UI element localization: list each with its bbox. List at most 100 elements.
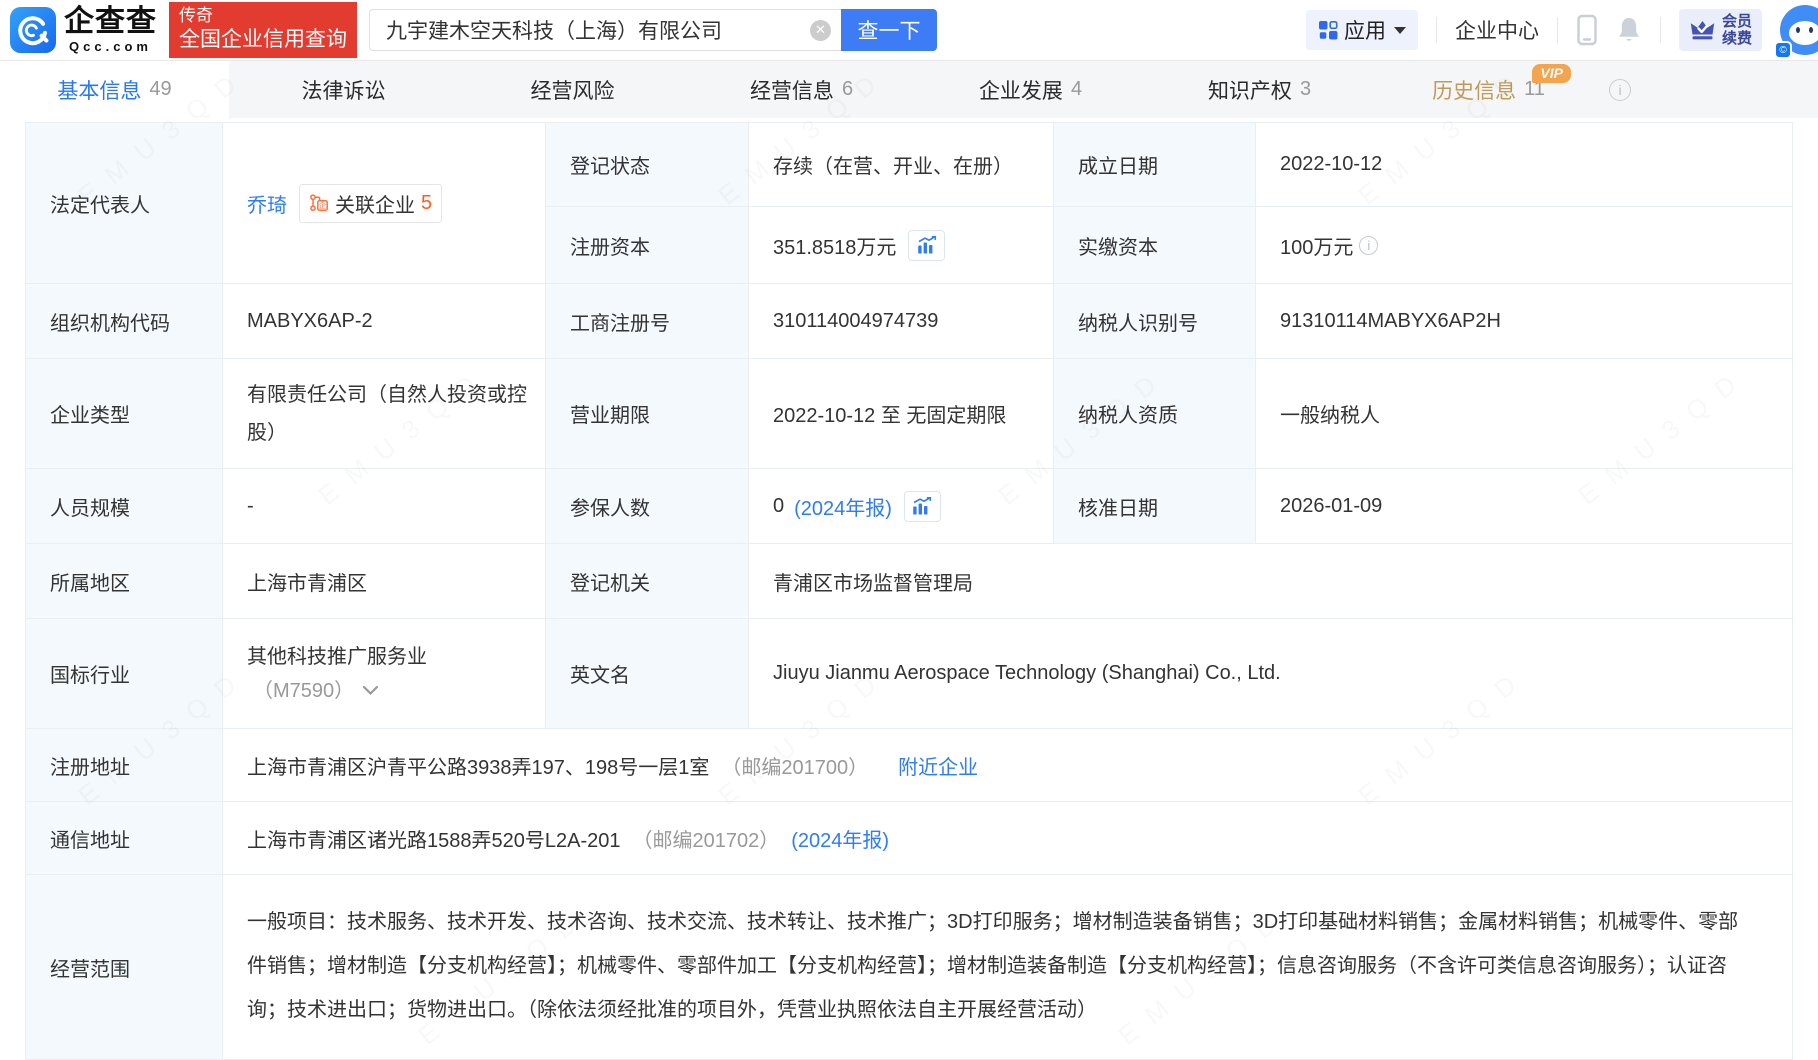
field-label-insured-persons: 参保人数 [546, 469, 749, 544]
tab-operating-info[interactable]: 经营信息 6 [687, 61, 916, 118]
nearby-companies-link[interactable]: 附近企业 [898, 751, 978, 780]
tab-label: 基本信息 [57, 75, 141, 105]
section-tab-bar: 基本信息 49 法律诉讼 经营风险 经营信息 6 企业发展 4 知识产权 3 历… [0, 60, 1818, 118]
tab-count: 4 [1071, 78, 1082, 101]
tab-bar-info-button[interactable]: i [1609, 61, 1631, 118]
field-label-paid-in-capital: 实缴资本 [1054, 207, 1256, 284]
field-value-approval-date: 2026-01-09 [1256, 469, 1793, 544]
search-input-box[interactable]: ✕ [369, 9, 841, 51]
field-value-registration-status: 存续（在营、开业、在册） [749, 123, 1054, 207]
chevron-down-icon [362, 685, 379, 696]
capital-trend-chart-button[interactable] [908, 230, 945, 261]
member-renew-button[interactable]: 会员 续费 [1679, 9, 1762, 51]
paid-in-capital-text: 100万元 [1280, 231, 1353, 260]
mailing-annual-report-link[interactable]: (2024年报) [791, 824, 889, 853]
tab-label: 法律诉讼 [302, 75, 386, 105]
field-label-establishment-date: 成立日期 [1054, 123, 1256, 207]
company-info-table: 法定代表人 乔琦 企 关联企业 5 登记状态 存续（在营、开业、在册） 成立日期… [25, 122, 1793, 1060]
notifications-button[interactable] [1616, 16, 1642, 44]
chevron-down-icon [1394, 27, 1406, 34]
tab-count: 49 [149, 78, 171, 101]
brand-chinese-name: 企查查 [64, 7, 157, 37]
enterprise-center-link[interactable]: 企业中心 [1455, 15, 1539, 45]
field-value-staff-size: - [223, 469, 546, 544]
related-companies-button[interactable]: 企 关联企业 5 [299, 184, 442, 223]
field-value-company-type: 有限责任公司（自然人投资或控股） [223, 359, 546, 469]
mascot-eye [1809, 27, 1813, 33]
assistant-mascot-avatar[interactable]: © [1780, 5, 1818, 55]
tab-label: 知识产权 [1208, 75, 1292, 105]
promo-ad-badge[interactable]: 传奇 全国企业信用查询 [169, 2, 357, 58]
field-label-region: 所属地区 [26, 544, 223, 619]
field-value-business-term: 2022-10-12 至 无固定期限 [749, 359, 1054, 469]
field-value-establishment-date: 2022-10-12 [1256, 123, 1793, 207]
tab-history-info[interactable]: 历史信息 11 VIP [1374, 61, 1603, 118]
topbar-right-cluster: 应用 企业中心 会员 续费 [1306, 5, 1818, 55]
tab-label: 经营信息 [750, 75, 834, 105]
search-button[interactable]: 查一下 [841, 9, 937, 51]
company-search: ✕ 查一下 [369, 9, 937, 51]
svg-text:企: 企 [319, 200, 327, 210]
field-label-business-scope: 经营范围 [26, 875, 223, 1060]
divider [1660, 17, 1661, 43]
field-value-region: 上海市青浦区 [223, 544, 546, 619]
field-value-paid-in-capital: 100万元 i [1256, 207, 1793, 284]
tab-operating-risk[interactable]: 经营风险 [458, 61, 687, 118]
industry-code-expander[interactable]: （M7590） [247, 674, 379, 708]
tab-label: 经营风险 [531, 75, 615, 105]
brand-wordmark[interactable]: 企查查 Qcc.com [64, 7, 157, 53]
field-value-registration-authority: 青浦区市场监督管理局 [749, 544, 1793, 619]
promo-ad-line1: 传奇 [179, 5, 347, 26]
field-value-english-name: Jiuyu Jianmu Aerospace Technology (Shang… [749, 619, 1793, 729]
field-value-taxpayer-qualification: 一般纳税人 [1256, 359, 1793, 469]
field-label-company-type: 企业类型 [26, 359, 223, 469]
paid-capital-info-icon[interactable]: i [1359, 236, 1378, 255]
company-type-text: 有限责任公司（自然人投资或控股） [247, 376, 529, 452]
info-icon: i [1609, 79, 1631, 101]
registered-capital-text: 351.8518万元 [773, 231, 896, 260]
tab-company-development[interactable]: 企业发展 4 [916, 61, 1145, 118]
search-input[interactable] [386, 18, 810, 42]
registered-address-text: 上海市青浦区沪青平公路3938弄197、198号一层1室 [247, 751, 709, 780]
apps-grid-icon [1318, 20, 1338, 40]
mascot-eye [1796, 27, 1800, 33]
field-label-national-industry: 国标行业 [26, 619, 223, 729]
field-label-legal-representative: 法定代表人 [26, 123, 223, 284]
field-label-english-name: 英文名 [546, 619, 749, 729]
related-companies-count: 5 [421, 192, 432, 215]
clear-search-icon[interactable]: ✕ [810, 20, 831, 41]
mascot-qcc-badge: © [1774, 41, 1792, 59]
field-value-organization-code: MABYX6AP-2 [223, 284, 546, 359]
apps-menu-button[interactable]: 应用 [1306, 10, 1418, 50]
member-label-line2: 续费 [1722, 30, 1752, 47]
tab-basic-info[interactable]: 基本信息 49 [0, 61, 229, 118]
field-value-insured-persons: 0 (2024年报) [749, 469, 1054, 544]
insured-annual-report-link[interactable]: (2024年报) [794, 492, 892, 521]
promo-ad-line2: 全国企业信用查询 [179, 27, 347, 53]
mailing-address-text: 上海市青浦区诸光路1588弄520号L2A-201 [247, 824, 620, 853]
tab-label: 历史信息 [1432, 75, 1516, 105]
qcc-logo-icon[interactable] [10, 7, 56, 53]
mailing-address-postal: （邮编201702） [632, 824, 779, 853]
field-value-registered-capital: 351.8518万元 [749, 207, 1054, 284]
insured-trend-chart-button[interactable] [904, 491, 941, 522]
divider [1557, 17, 1558, 43]
field-value-legal-representative: 乔琦 企 关联企业 5 [223, 123, 546, 284]
field-value-registered-address: 上海市青浦区沪青平公路3938弄197、198号一层1室 （邮编201700） … [223, 729, 1793, 802]
field-value-mailing-address: 上海市青浦区诸光路1588弄520号L2A-201 （邮编201702） (20… [223, 802, 1793, 875]
legal-representative-link[interactable]: 乔琦 [247, 189, 287, 218]
tab-legal-litigation[interactable]: 法律诉讼 [229, 61, 458, 118]
crown-icon [1689, 18, 1716, 42]
field-label-registered-address: 注册地址 [26, 729, 223, 802]
apps-label: 应用 [1344, 15, 1386, 45]
member-label-line1: 会员 [1722, 13, 1752, 30]
field-label-organization-code: 组织机构代码 [26, 284, 223, 359]
field-label-approval-date: 核准日期 [1054, 469, 1256, 544]
field-label-registration-status: 登记状态 [546, 123, 749, 207]
tab-intellectual-property[interactable]: 知识产权 3 [1145, 61, 1374, 118]
field-label-mailing-address: 通信地址 [26, 802, 223, 875]
related-network-icon: 企 [309, 193, 329, 213]
field-label-registered-capital: 注册资本 [546, 207, 749, 284]
mobile-app-button[interactable] [1576, 14, 1598, 46]
industry-code-text: （M7590） [253, 674, 354, 708]
